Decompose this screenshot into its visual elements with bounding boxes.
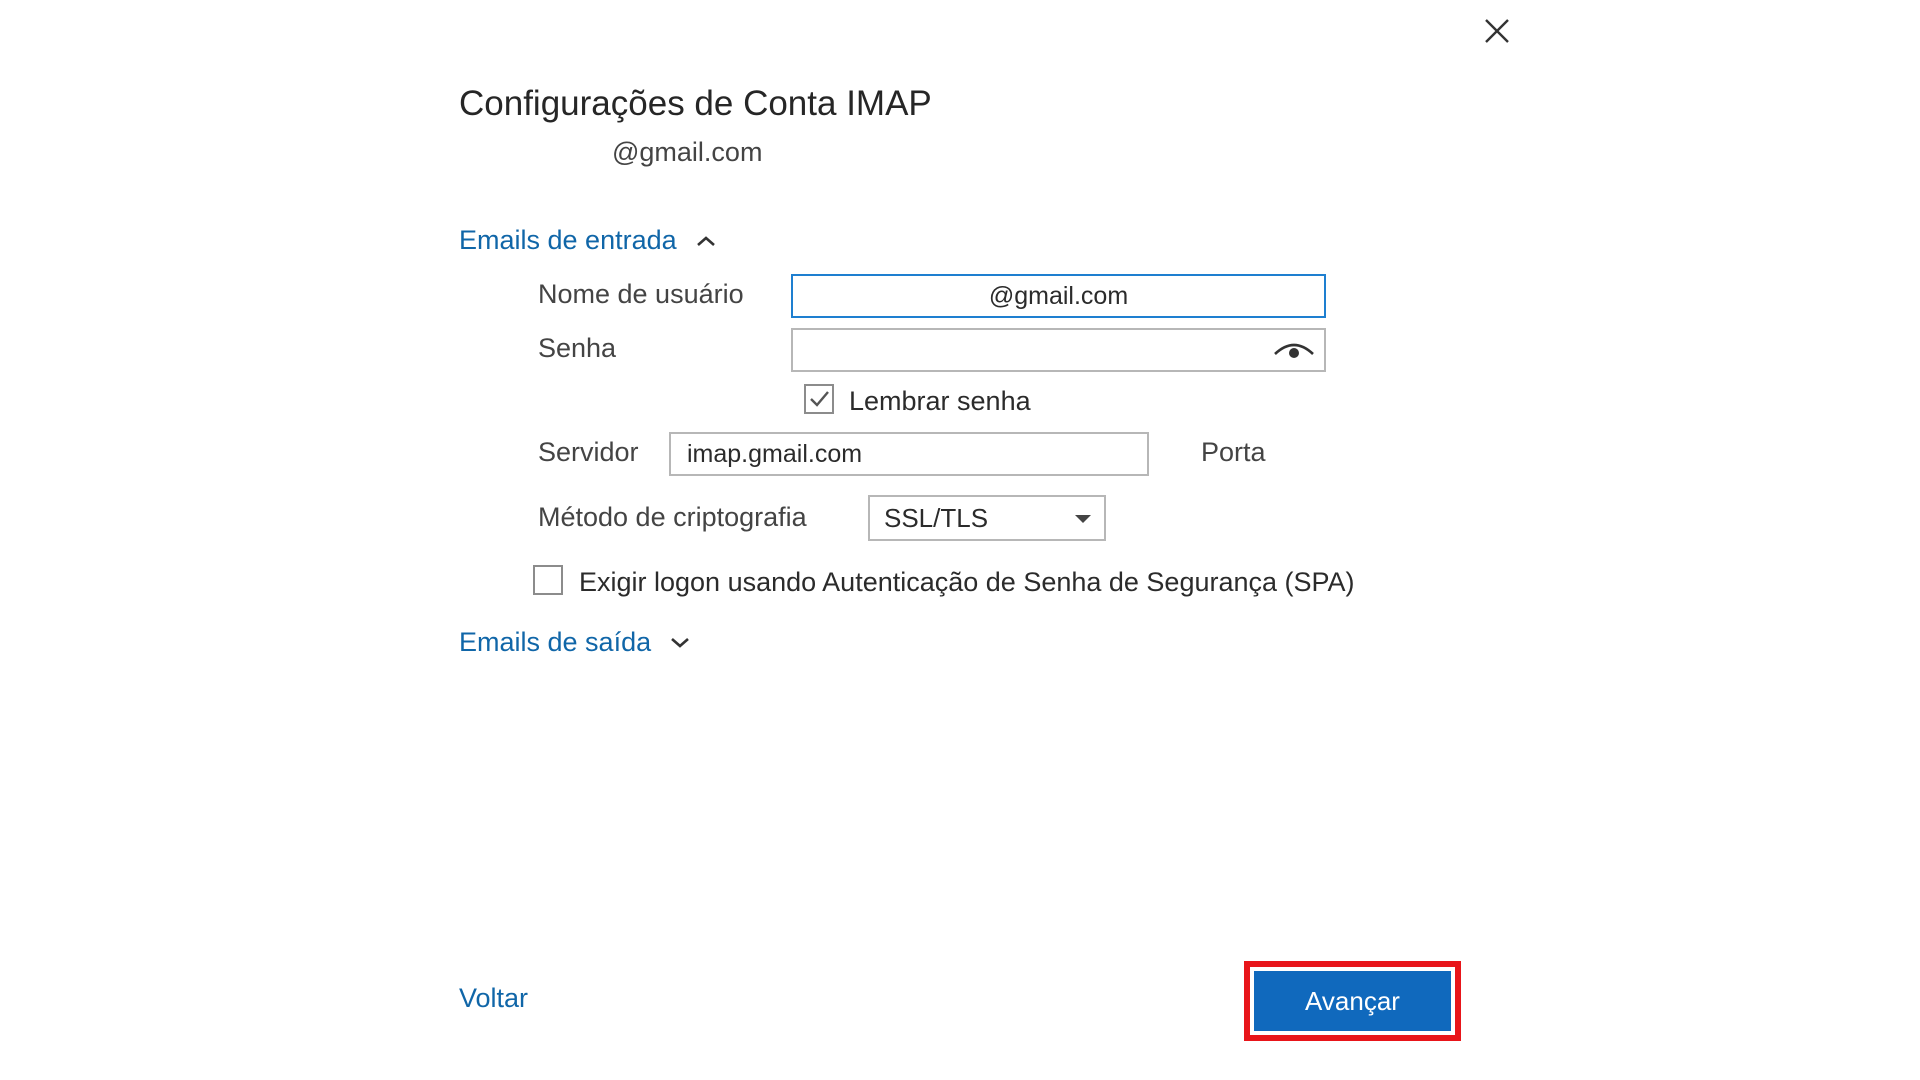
encryption-method-select[interactable]: SSL/TLS [868,495,1106,541]
spa-checkbox[interactable] [533,565,563,595]
encryption-method-label: Método de criptografia [538,502,807,532]
chevron-up-icon [696,235,715,246]
encryption-method-value: SSL/TLS [884,503,989,533]
back-link[interactable]: Voltar [459,983,528,1014]
account-email: @gmail.com [612,137,763,167]
dialog-title: Configurações de Conta IMAP [459,84,932,123]
imap-settings-dialog: Configurações de Conta IMAP @gmail.com E… [0,0,1920,1080]
show-password-button[interactable] [1272,339,1316,363]
close-icon [1485,19,1509,43]
password-input[interactable] [791,328,1326,372]
outgoing-mail-section-label: Emails de saída [459,627,652,657]
incoming-mail-section-toggle[interactable]: Emails de entrada [459,225,717,256]
chevron-down-icon [671,637,689,648]
server-label: Servidor [538,437,639,467]
close-button[interactable] [1480,14,1514,48]
checkmark-icon [810,391,829,407]
username-label: Nome de usuário [538,279,744,309]
eye-icon [1274,343,1314,358]
next-button[interactable]: Avançar [1254,971,1451,1031]
port-field-redacted [1300,428,1440,480]
dropdown-arrow-icon [1075,515,1091,523]
remember-password-label: Lembrar senha [849,386,1031,416]
password-label: Senha [538,333,617,363]
spa-label: Exigir logon usando Autenticação de Senh… [579,567,1355,597]
username-input[interactable] [791,274,1326,318]
server-input[interactable] [669,432,1149,476]
incoming-mail-section-label: Emails de entrada [459,225,677,255]
outgoing-mail-section-toggle[interactable]: Emails de saída [459,627,691,658]
port-label: Porta [1201,437,1266,467]
remember-password-checkbox[interactable] [804,384,834,414]
